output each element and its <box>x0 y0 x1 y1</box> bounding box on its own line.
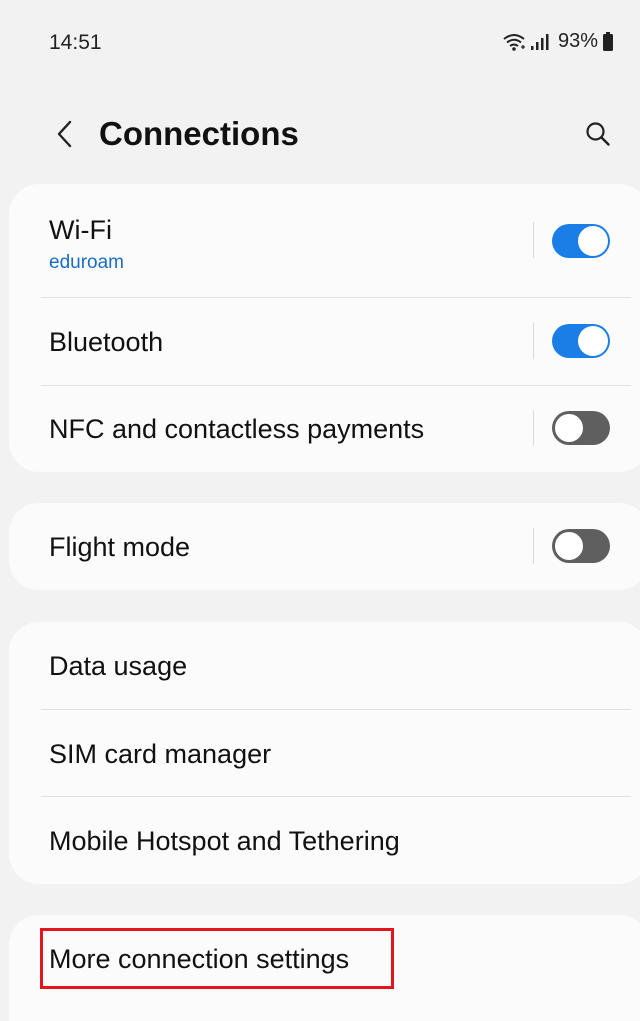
status-time: 14:51 <box>49 31 102 54</box>
settings-group-data: Data usage SIM card manager Mobile Hotsp… <box>9 622 640 884</box>
toggle-knob <box>578 326 608 356</box>
settings-group-network: Wi-Fi eduroam Bluetooth NFC and contactl… <box>9 184 640 472</box>
signal-icon <box>530 33 550 51</box>
data-usage-label: Data usage <box>49 651 188 681</box>
flight-mode-row[interactable]: Flight mode <box>9 503 640 590</box>
sim-card-manager-row[interactable]: SIM card manager <box>9 710 640 796</box>
page-title: Connections <box>99 115 299 152</box>
screen: 14:51 93% Connections Wi-Fi eduroam Blue… <box>0 0 640 1021</box>
bluetooth-row[interactable]: Bluetooth <box>9 298 640 385</box>
data-usage-row[interactable]: Data usage <box>9 622 640 709</box>
chevron-left-icon <box>55 119 73 154</box>
wifi-row[interactable]: Wi-Fi eduroam <box>9 184 640 297</box>
battery-percent: 93% <box>557 30 598 52</box>
flight-mode-label: Flight mode <box>49 532 191 562</box>
more-connection-settings-label: More connection settings <box>49 944 350 974</box>
battery-icon <box>602 31 614 52</box>
wifi-toggle[interactable] <box>552 224 610 258</box>
nfc-toggle[interactable] <box>552 411 610 445</box>
nfc-row[interactable]: NFC and contactless payments <box>9 386 640 472</box>
wifi-label: Wi-Fi <box>49 215 112 245</box>
search-button[interactable] <box>578 114 618 158</box>
row-separator <box>533 222 534 258</box>
row-separator <box>533 410 534 446</box>
back-button[interactable] <box>44 114 84 158</box>
app-header: Connections <box>0 88 640 184</box>
row-separator <box>533 323 534 359</box>
sim-card-manager-label: SIM card manager <box>49 739 272 769</box>
row-separator <box>533 528 534 564</box>
settings-group-more: More connection settings <box>9 915 640 1021</box>
flight-mode-toggle[interactable] <box>552 529 610 563</box>
settings-group-flight: Flight mode <box>9 503 640 590</box>
more-connection-settings-row[interactable]: More connection settings <box>9 915 640 1021</box>
status-bar: 14:51 93% <box>0 0 640 88</box>
search-icon <box>585 121 611 152</box>
hotspot-row[interactable]: Mobile Hotspot and Tethering <box>9 797 640 884</box>
toggle-knob <box>553 530 585 562</box>
status-icons: 93% <box>502 30 614 53</box>
bluetooth-toggle[interactable] <box>552 324 610 358</box>
wifi-icon <box>502 32 526 52</box>
toggle-knob <box>553 412 585 444</box>
hotspot-label: Mobile Hotspot and Tethering <box>49 826 400 856</box>
toggle-knob <box>578 226 608 256</box>
bluetooth-label: Bluetooth <box>49 327 164 357</box>
wifi-network-name: eduroam <box>49 252 124 273</box>
nfc-label: NFC and contactless payments <box>49 414 425 444</box>
